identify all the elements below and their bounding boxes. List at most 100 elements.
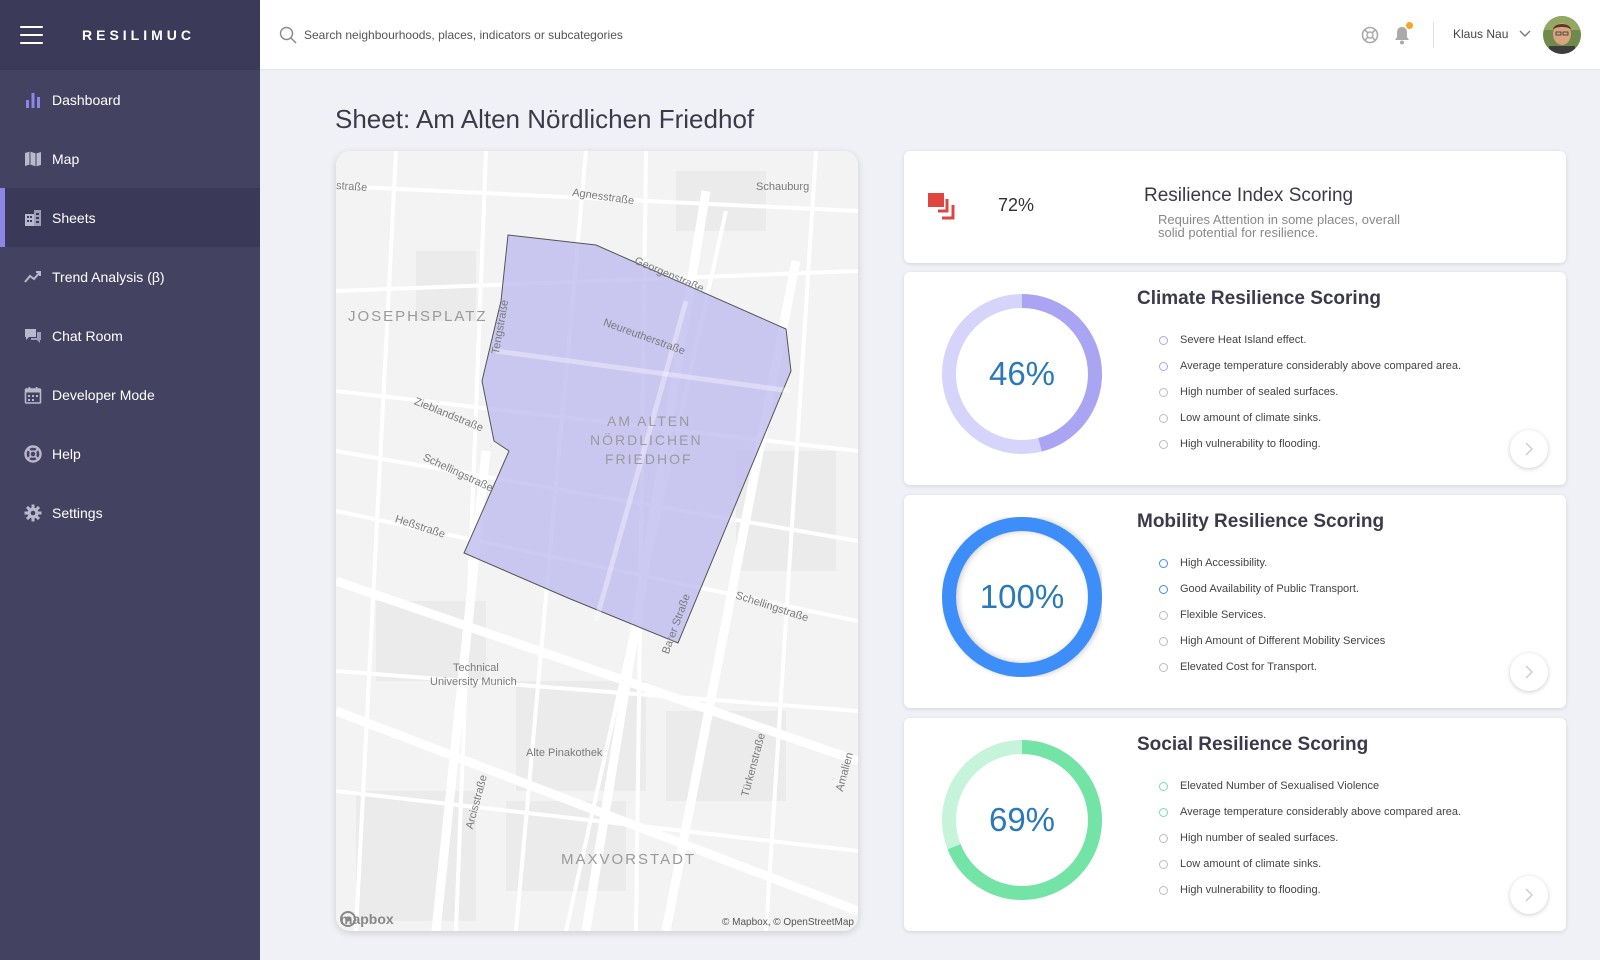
building-icon	[24, 209, 42, 227]
list-item-text: Average temperature considerably above c…	[1180, 360, 1462, 372]
list-item: Average temperature considerably above c…	[1159, 799, 1461, 825]
sidebar-item-label: Chat Room	[52, 327, 123, 344]
sidebar-item-label: Dashboard	[52, 91, 121, 108]
sidebar-header: RESILIMUC	[0, 0, 260, 70]
sidebar-item-label: Developer Mode	[52, 386, 155, 403]
sidebar-item-settings[interactable]: Settings	[0, 483, 260, 542]
list-item-text: Average temperature considerably above c…	[1180, 806, 1462, 818]
map-street-label: Schauburg	[756, 181, 810, 193]
bullet-icon	[1159, 610, 1168, 620]
menu-icon[interactable]	[20, 26, 43, 44]
sidebar-item-help[interactable]: Help	[0, 424, 260, 483]
list-item-text: High Accessibility.	[1180, 557, 1268, 569]
list-item: High Amount of Different Mobility Servic…	[1159, 628, 1385, 654]
map-area-label: AM ALTEN	[607, 413, 692, 429]
bullet-icon	[1159, 807, 1168, 817]
sidebar: RESILIMUC Dashboard Map Sheets Trend Ana…	[0, 0, 260, 960]
score-bullet-list: Elevated Number of Sexualised Violence A…	[1159, 773, 1461, 903]
details-button[interactable]	[1510, 653, 1548, 691]
map-poi-label: Alte Pinakothek	[526, 747, 603, 759]
list-item-text: Low amount of climate sinks.	[1180, 858, 1322, 870]
map-area-label: NÖRDLICHEN	[590, 432, 703, 448]
list-item: High vulnerability to flooding.	[1159, 877, 1461, 903]
sidebar-item-map[interactable]: Map	[0, 129, 260, 188]
resilience-index-title: Resilience Index Scoring	[1144, 185, 1354, 206]
map-district-label: MAXVORSTADT	[561, 851, 697, 868]
details-button[interactable]	[1510, 430, 1548, 468]
bullet-icon	[1159, 335, 1168, 345]
resilience-index-value: 72%	[998, 195, 1035, 215]
lifebuoy-icon	[24, 444, 42, 463]
list-item-text: Severe Heat Island effect.	[1180, 334, 1307, 346]
bullet-icon	[1159, 413, 1168, 423]
map-street-label: straße	[336, 179, 368, 195]
sidebar-item-label: Trend Analysis (β)	[52, 268, 165, 285]
list-item-text: Elevated Cost for Transport.	[1180, 661, 1317, 673]
list-item: High number of sealed surfaces.	[1159, 825, 1461, 851]
bullet-icon	[1159, 584, 1168, 594]
chevron-right-icon	[1525, 665, 1533, 679]
list-item: High number of sealed surfaces.	[1159, 379, 1461, 405]
brand-logo: RESILIMUC	[82, 27, 195, 43]
sidebar-item-label: Help	[52, 445, 81, 462]
list-item: Severe Heat Island effect.	[1159, 327, 1461, 353]
sidebar-item-label: Settings	[52, 504, 103, 521]
list-item: High vulnerability to flooding.	[1159, 431, 1461, 457]
list-item: Low amount of climate sinks.	[1159, 851, 1461, 877]
sidebar-item-developer-mode[interactable]: Developer Mode	[0, 365, 260, 424]
sidebar-item-dashboard[interactable]: Dashboard	[0, 70, 260, 129]
sidebar-item-label: Map	[52, 150, 80, 167]
chat-icon	[24, 327, 42, 345]
sidebar-item-sheets[interactable]: Sheets	[0, 188, 260, 247]
trend-icon	[24, 268, 42, 286]
map-area-label: FRIEDHOF	[605, 451, 693, 467]
chevron-right-icon	[1525, 442, 1533, 456]
mapbox-icon	[340, 911, 356, 927]
map-poi-label: Technical	[453, 662, 499, 674]
search-input[interactable]	[304, 22, 824, 48]
sidebar-item-trend-analysis[interactable]: Trend Analysis (β)	[0, 247, 260, 306]
list-item-text: Elevated Number of Sexualised Violence	[1180, 780, 1380, 792]
list-item-text: High number of sealed surfaces.	[1180, 386, 1339, 398]
details-button[interactable]	[1510, 876, 1548, 914]
user-name[interactable]: Klaus Nau	[1453, 27, 1508, 41]
list-item-text: High vulnerability to flooding.	[1180, 438, 1321, 450]
chevron-right-icon	[1525, 888, 1533, 902]
divider	[1433, 22, 1434, 48]
list-item-text: Flexible Services.	[1180, 609, 1267, 621]
sidebar-item-label: Sheets	[52, 209, 96, 226]
resilience-index-card: 72% Resilience Index Scoring Requires At…	[904, 151, 1566, 263]
score-title: Climate Resilience Scoring	[1137, 288, 1381, 309]
mapbox-logo[interactable]: mapbox	[340, 911, 394, 927]
avatar[interactable]	[1543, 16, 1581, 54]
chevron-down-icon[interactable]	[1519, 29, 1531, 39]
score-value: 46%	[988, 355, 1056, 392]
calendar-icon	[24, 386, 42, 404]
bullet-icon	[1159, 636, 1168, 646]
map-icon	[24, 150, 42, 168]
bullet-icon	[1159, 361, 1168, 371]
list-item-text: Good Availability of Public Transport.	[1180, 583, 1359, 595]
map-view[interactable]: JOSEPHSPLATZ MAXVORSTADT AM ALTEN NÖRDLI…	[336, 151, 858, 931]
bullet-icon	[1159, 885, 1168, 895]
bullet-icon	[1159, 781, 1168, 791]
bar-chart-icon	[24, 91, 42, 109]
map-attribution[interactable]: © Mapbox, © OpenStreetMap	[722, 917, 854, 928]
sidebar-item-chat-room[interactable]: Chat Room	[0, 306, 260, 365]
score-title: Mobility Resilience Scoring	[1137, 511, 1385, 532]
page-title: Sheet: Am Alten Nördlichen Friedhof	[335, 104, 755, 134]
list-item: Low amount of climate sinks.	[1159, 405, 1461, 431]
resilience-index-description: Requires Attention in some places, overa…	[1158, 212, 1401, 240]
bullet-icon	[1159, 439, 1168, 449]
mobility-score-card: 100% Mobility Resilience Scoring High Ac…	[904, 495, 1566, 708]
social-score-card: 69% Social Resilience Scoring Elevated N…	[904, 718, 1566, 931]
notification-badge	[1406, 22, 1413, 29]
search-icon	[279, 26, 297, 44]
list-item: Elevated Number of Sexualised Violence	[1159, 773, 1461, 799]
score-bullet-list: High Accessibility. Good Availability of…	[1159, 550, 1385, 680]
score-value: 100%	[979, 578, 1065, 615]
list-item: Elevated Cost for Transport.	[1159, 654, 1385, 680]
map-canvas[interactable]	[336, 151, 858, 931]
score-title: Social Resilience Scoring	[1137, 734, 1369, 755]
globe-icon[interactable]	[1361, 26, 1379, 44]
